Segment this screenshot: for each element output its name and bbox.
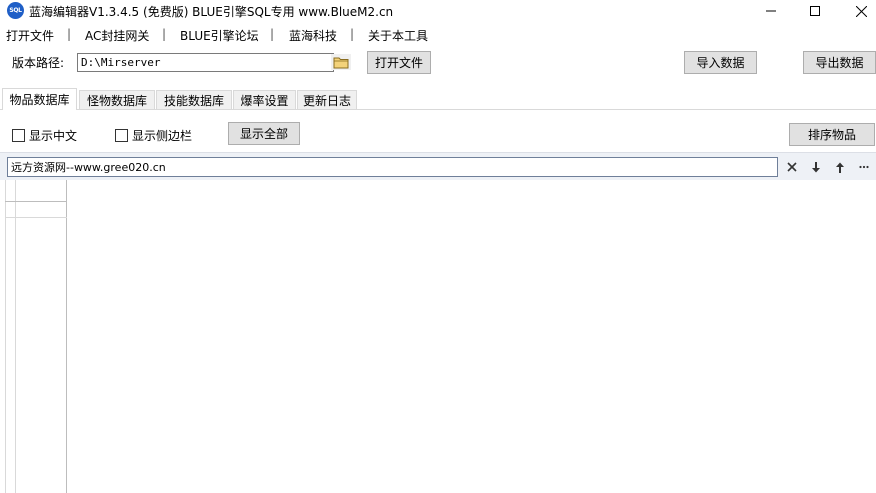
menu-open-file[interactable]: 打开文件 <box>6 27 54 44</box>
close-icon <box>787 162 797 172</box>
maximize-icon <box>810 6 820 16</box>
menu-separator: | <box>350 27 355 41</box>
title-bar[interactable]: SQL 蓝海编辑器V1.3.4.5 (免费版) BLUE引擎SQL专用 www.… <box>0 0 876 22</box>
tab-strip: 物品数据库 怪物数据库 技能数据库 爆率设置 更新日志 <box>0 88 876 110</box>
more-icon <box>859 165 869 169</box>
checkbox-box[interactable] <box>115 129 128 142</box>
folder-icon <box>333 57 349 68</box>
next-match-button[interactable] <box>806 158 826 176</box>
show-sidebar-checkbox[interactable]: 显示侧边栏 <box>115 127 192 144</box>
maximize-button[interactable] <box>792 0 838 22</box>
clear-filter-button[interactable] <box>782 158 802 176</box>
menu-separator: | <box>162 27 167 41</box>
show-chinese-checkbox[interactable]: 显示中文 <box>12 127 77 144</box>
previous-match-button[interactable] <box>830 158 850 176</box>
show-all-button[interactable]: 显示全部 <box>228 122 300 145</box>
menu-ac-gateway[interactable]: AC封挂网关 <box>85 27 149 44</box>
tab-drop-rate[interactable]: 爆率设置 <box>233 90 296 109</box>
tab-item-database[interactable]: 物品数据库 <box>2 88 77 110</box>
minimize-icon <box>766 10 776 12</box>
filter-bar <box>0 152 876 180</box>
open-file-button[interactable]: 打开文件 <box>367 51 431 74</box>
window-title: 蓝海编辑器V1.3.4.5 (免费版) BLUE引擎SQL专用 www.Blue… <box>29 5 394 19</box>
tab-skill-database[interactable]: 技能数据库 <box>156 90 232 109</box>
data-grid[interactable] <box>5 180 876 493</box>
import-data-button[interactable]: 导入数据 <box>684 51 757 74</box>
menu-blue-forum[interactable]: BLUE引擎论坛 <box>180 27 259 44</box>
tab-monster-database[interactable]: 怪物数据库 <box>79 90 155 109</box>
browse-folder-button[interactable] <box>331 54 351 70</box>
grid-line <box>5 217 67 218</box>
grid-line <box>5 180 6 493</box>
grid-line <box>66 180 67 493</box>
close-window-button[interactable] <box>838 0 876 22</box>
more-options-button[interactable] <box>854 158 874 176</box>
checkbox-box[interactable] <box>12 129 25 142</box>
close-icon <box>855 5 867 17</box>
grid-line <box>5 201 67 202</box>
menu-lanhai-tech[interactable]: 蓝海科技 <box>289 27 337 44</box>
export-data-button[interactable]: 导出数据 <box>803 51 876 74</box>
grid-line <box>15 180 16 493</box>
tab-panel-border <box>0 109 876 110</box>
show-chinese-label: 显示中文 <box>29 129 78 143</box>
path-label: 版本路径: <box>12 56 65 70</box>
tab-changelog[interactable]: 更新日志 <box>297 90 357 109</box>
menu-separator: | <box>67 27 72 41</box>
menu-about[interactable]: 关于本工具 <box>368 27 428 44</box>
minimize-button[interactable] <box>748 0 794 22</box>
arrow-down-icon <box>812 161 820 172</box>
menu-separator: | <box>270 27 275 41</box>
show-sidebar-label: 显示侧边栏 <box>132 129 193 143</box>
app-icon: SQL <box>7 2 24 19</box>
menu-bar: 打开文件 | AC封挂网关 | BLUE引擎论坛 | 蓝海科技 | 关于本工具 <box>0 24 876 44</box>
app-window: SQL 蓝海编辑器V1.3.4.5 (免费版) BLUE引擎SQL专用 www.… <box>0 0 876 493</box>
arrow-up-icon <box>836 162 844 173</box>
filter-input[interactable] <box>7 157 778 177</box>
sort-items-button[interactable]: 排序物品 <box>789 123 875 146</box>
path-input[interactable] <box>77 53 334 72</box>
